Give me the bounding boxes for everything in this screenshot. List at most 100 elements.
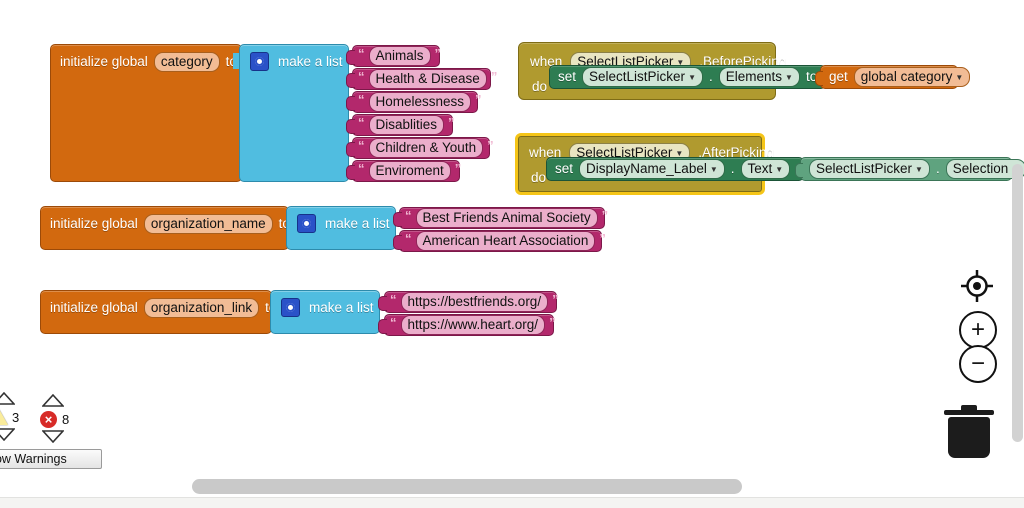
- left-plug: [346, 165, 355, 180]
- vertical-scrollbar[interactable]: [1012, 164, 1023, 442]
- block-init-global-category[interactable]: initialize global category to: [50, 44, 242, 182]
- get-label: get: [829, 69, 848, 85]
- make-a-list-row: make a list: [297, 214, 390, 233]
- close-quote-icon: ”: [475, 91, 482, 107]
- chevron-down-icon: ▼: [709, 165, 718, 174]
- warning-nav-down-icon[interactable]: [0, 428, 16, 446]
- chevron-down-icon: ▼: [915, 165, 923, 174]
- string-value-field[interactable]: American Heart Association: [415, 231, 596, 251]
- open-quote-icon: “: [358, 160, 365, 176]
- global-variable-dropdown[interactable]: global category ▼: [853, 67, 971, 87]
- init-global-row: initialize global organization_name to: [50, 214, 290, 234]
- left-plug: [346, 96, 355, 111]
- block-make-a-list-organization-link[interactable]: make a list: [270, 290, 380, 334]
- block-text-string[interactable]: “ Best Friends Animal Society ”: [393, 207, 608, 229]
- block-selectlistpicker-selection-getter[interactable]: SelectListPicker ▼ . Selection ▼: [795, 157, 1024, 181]
- block-init-global-organization-name[interactable]: initialize global organization_name to: [40, 206, 290, 250]
- center-target-icon[interactable]: [959, 268, 995, 309]
- trash-handle: [961, 405, 977, 411]
- dot-separator: .: [730, 161, 735, 177]
- gear-icon[interactable]: [281, 298, 300, 317]
- close-quote-icon: ”: [487, 137, 494, 153]
- close-quote-icon: ”: [552, 291, 559, 307]
- set-target-dropdown[interactable]: DisplayName_Label ▼: [579, 159, 725, 179]
- getter-component-dropdown[interactable]: SelectListPicker ▼: [809, 159, 930, 179]
- zoom-in-icon[interactable]: +: [959, 311, 997, 349]
- open-quote-icon: “: [358, 91, 365, 107]
- open-quote-icon: “: [358, 114, 365, 130]
- warning-indicator-panel: 3 × 8 how Warnings: [0, 391, 104, 470]
- close-quote-icon: ”: [601, 207, 609, 223]
- block-set-selectlistpicker-elements[interactable]: set SelectListPicker ▼ . Elements ▼ to: [549, 65, 826, 89]
- block-text-string[interactable]: “ Children & Youth ”: [346, 137, 494, 159]
- dot-separator: .: [935, 161, 940, 177]
- block-text-string[interactable]: “ https://www.heart.org/ ”: [378, 314, 556, 336]
- error-nav-down-icon[interactable]: [41, 430, 65, 448]
- set-property-name: Elements: [725, 69, 783, 84]
- block-make-a-list-category[interactable]: make a list: [239, 44, 349, 182]
- trash-can-icon[interactable]: [944, 402, 994, 460]
- close-quote-icon: ”: [549, 314, 556, 330]
- blocks-workspace[interactable]: initialize global category to make a lis…: [0, 0, 1024, 508]
- block-make-a-list-organization-name[interactable]: make a list: [286, 206, 396, 250]
- string-value-field[interactable]: Homelessness: [368, 92, 472, 112]
- string-value-field[interactable]: Animals: [368, 46, 431, 66]
- left-plug: [346, 50, 355, 65]
- show-warnings-button[interactable]: how Warnings: [0, 449, 102, 469]
- error-count: 8: [62, 412, 70, 427]
- block-text-string[interactable]: “ Animals ”: [346, 45, 442, 67]
- set-property-dropdown[interactable]: Elements ▼: [718, 67, 800, 87]
- open-quote-icon: “: [390, 314, 397, 330]
- warning-nav-up-icon[interactable]: [0, 391, 16, 410]
- horizontal-scrollbar[interactable]: [192, 479, 742, 494]
- block-text-string[interactable]: “ https://bestfriends.org/ ”: [378, 291, 559, 313]
- set-target-dropdown[interactable]: SelectListPicker ▼: [582, 67, 703, 87]
- string-value-field[interactable]: Children & Youth: [368, 138, 484, 158]
- global-variable-name: global category: [860, 69, 953, 84]
- make-a-list-label: make a list: [309, 299, 374, 315]
- make-a-list-row: make a list: [281, 298, 374, 317]
- string-value-field[interactable]: https://bestfriends.org/: [400, 292, 549, 312]
- dot-separator: .: [708, 69, 713, 85]
- backpack-icon[interactable]: [928, 0, 1012, 12]
- close-quote-icon: ”: [434, 45, 442, 61]
- gear-icon[interactable]: [297, 214, 316, 233]
- open-quote-icon: “: [405, 207, 412, 223]
- string-value-field[interactable]: Enviroment: [368, 161, 451, 181]
- close-quote-icon: ”: [448, 114, 455, 130]
- warning-row: 3: [0, 409, 19, 425]
- block-get-global-category[interactable]: get global category ▼: [815, 65, 971, 89]
- variable-name-field[interactable]: category: [153, 52, 220, 72]
- open-quote-icon: “: [358, 137, 365, 153]
- do-label: do: [532, 79, 548, 94]
- variable-name-field[interactable]: organization_link: [143, 298, 260, 318]
- error-nav-up-icon[interactable]: [41, 393, 65, 412]
- left-plug: [378, 296, 387, 311]
- block-text-string[interactable]: “ Health & Disease ”: [346, 68, 497, 90]
- block-text-string[interactable]: “ Enviroment ”: [346, 160, 461, 182]
- variable-name-field[interactable]: organization_name: [143, 214, 273, 234]
- left-plug: [795, 163, 803, 178]
- init-global-row: initialize global organization_link to: [50, 298, 276, 318]
- block-text-string[interactable]: “ Homelessness ”: [346, 91, 482, 113]
- left-plug: [378, 319, 387, 334]
- string-value-field[interactable]: Disablities: [368, 115, 445, 135]
- zoom-out-icon[interactable]: −: [959, 345, 997, 383]
- open-quote-icon: “: [358, 45, 365, 61]
- block-set-displayname-label-text[interactable]: set DisplayName_Label ▼ . Text ▼ to: [546, 157, 807, 181]
- set-property-dropdown[interactable]: Text ▼: [740, 159, 791, 179]
- block-init-global-organization-link[interactable]: initialize global organization_link to: [40, 290, 276, 334]
- string-value-field[interactable]: Best Friends Animal Society: [415, 208, 598, 228]
- init-global-row: initialize global category to: [60, 52, 237, 72]
- bottom-bar: [0, 497, 1024, 508]
- block-text-string[interactable]: “ American Heart Association ”: [393, 230, 606, 252]
- do-label: do: [531, 170, 547, 185]
- block-text-string[interactable]: “ Disablities ”: [346, 114, 455, 136]
- gear-icon[interactable]: [250, 52, 269, 71]
- open-quote-icon: “: [405, 230, 412, 246]
- set-label: set: [558, 69, 577, 85]
- open-quote-icon: “: [358, 68, 365, 84]
- string-value-field[interactable]: Health & Disease: [368, 69, 487, 89]
- close-quote-icon: ”: [490, 68, 498, 84]
- string-value-field[interactable]: https://www.heart.org/: [400, 315, 546, 335]
